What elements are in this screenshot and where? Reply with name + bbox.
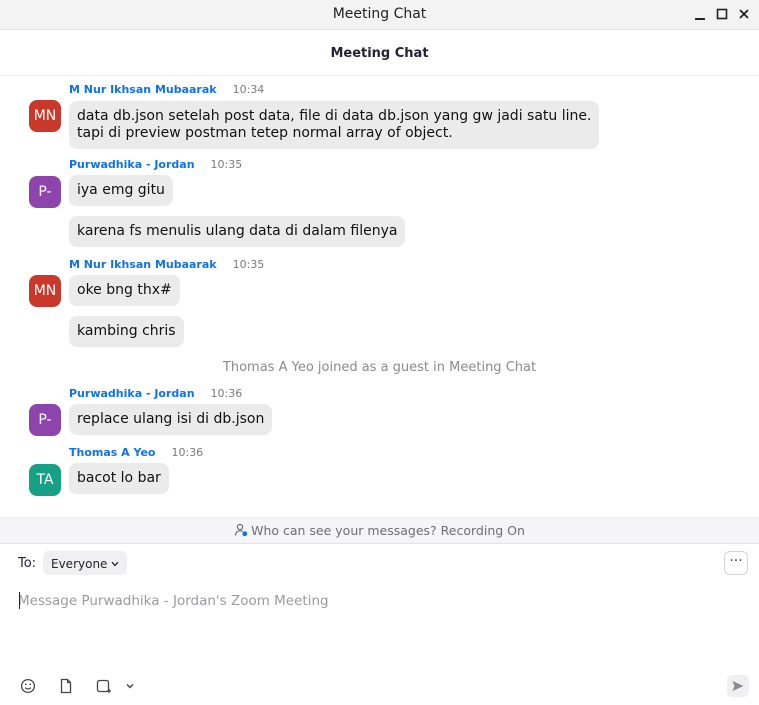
maximize-icon[interactable] <box>714 6 730 22</box>
person-visibility-icon <box>234 523 248 537</box>
text-caret <box>19 592 20 609</box>
avatar[interactable]: MN <box>29 275 61 307</box>
sender-name: M Nur Ikhsan Mubaarak <box>69 83 217 96</box>
avatar[interactable]: TA <box>29 464 61 496</box>
more-options-button[interactable]: ··· <box>724 551 748 575</box>
chevron-down-icon <box>111 551 119 575</box>
avatar[interactable]: MN <box>29 100 61 132</box>
chat-title: Meeting Chat <box>330 46 429 61</box>
recipient-value: Everyone <box>51 557 108 571</box>
message-header: Purwadhika - Jordan 10:35 <box>69 158 242 171</box>
chevron-down-icon[interactable] <box>121 677 139 695</box>
to-label: To: <box>18 556 37 571</box>
message-input[interactable] <box>18 590 738 612</box>
sender-name: M Nur Ikhsan Mubaarak <box>69 258 217 271</box>
window-title: Meeting Chat <box>332 6 427 22</box>
avatar[interactable]: P- <box>29 404 61 436</box>
privacy-notice-bar[interactable]: Who can see your messages? Recording On <box>0 517 759 544</box>
message-time: 10:36 <box>210 387 243 400</box>
message-bubble[interactable]: replace ulang isi di db.json <box>69 404 273 435</box>
recipient-select[interactable]: Everyone <box>43 551 128 575</box>
minimize-icon[interactable] <box>692 6 708 22</box>
screenshot-icon[interactable] <box>95 677 113 695</box>
compose-area: To: Everyone ··· <box>0 545 759 705</box>
message-header: M Nur Ikhsan Mubaarak 10:35 <box>69 258 264 271</box>
message-bubble[interactable]: bacot lo bar <box>69 463 169 494</box>
emoji-icon[interactable] <box>19 677 37 695</box>
message-list[interactable]: M Nur Ikhsan Mubaarak 10:34 MN data db.js… <box>0 77 759 517</box>
message-bubble[interactable]: oke bng thx# <box>69 275 180 306</box>
message-time: 10:35 <box>210 158 243 171</box>
message-time: 10:34 <box>232 83 265 96</box>
message-time: 10:36 <box>171 446 204 459</box>
message-bubble[interactable]: karena fs menulis ulang data di dalam fi… <box>69 216 406 247</box>
close-icon[interactable] <box>736 6 752 22</box>
message-header: M Nur Ikhsan Mubaarak 10:34 <box>69 83 264 96</box>
message-bubble[interactable]: iya emg gitu <box>69 175 173 206</box>
chat-header: Meeting Chat <box>0 30 759 76</box>
message-header: Purwadhika - Jordan 10:36 <box>69 387 242 400</box>
privacy-notice-text: Who can see your messages? Recording On <box>251 523 525 538</box>
message-bubble[interactable]: kambing chris <box>69 316 184 347</box>
send-button[interactable] <box>727 675 749 697</box>
window-titlebar: Meeting Chat <box>0 0 759 30</box>
message-time: 10:35 <box>232 258 265 271</box>
message-bubble[interactable]: data db.json setelah post data, file di … <box>69 101 600 149</box>
send-icon <box>727 679 749 693</box>
sender-name: Purwadhika - Jordan <box>69 158 195 171</box>
message-header: Thomas A Yeo 10:36 <box>69 446 203 459</box>
sender-name: Purwadhika - Jordan <box>69 387 195 400</box>
file-icon[interactable] <box>57 677 75 695</box>
system-message: Thomas A Yeo joined as a guest in Meetin… <box>222 360 537 375</box>
sender-name: Thomas A Yeo <box>69 446 156 459</box>
avatar[interactable]: P- <box>29 176 61 208</box>
